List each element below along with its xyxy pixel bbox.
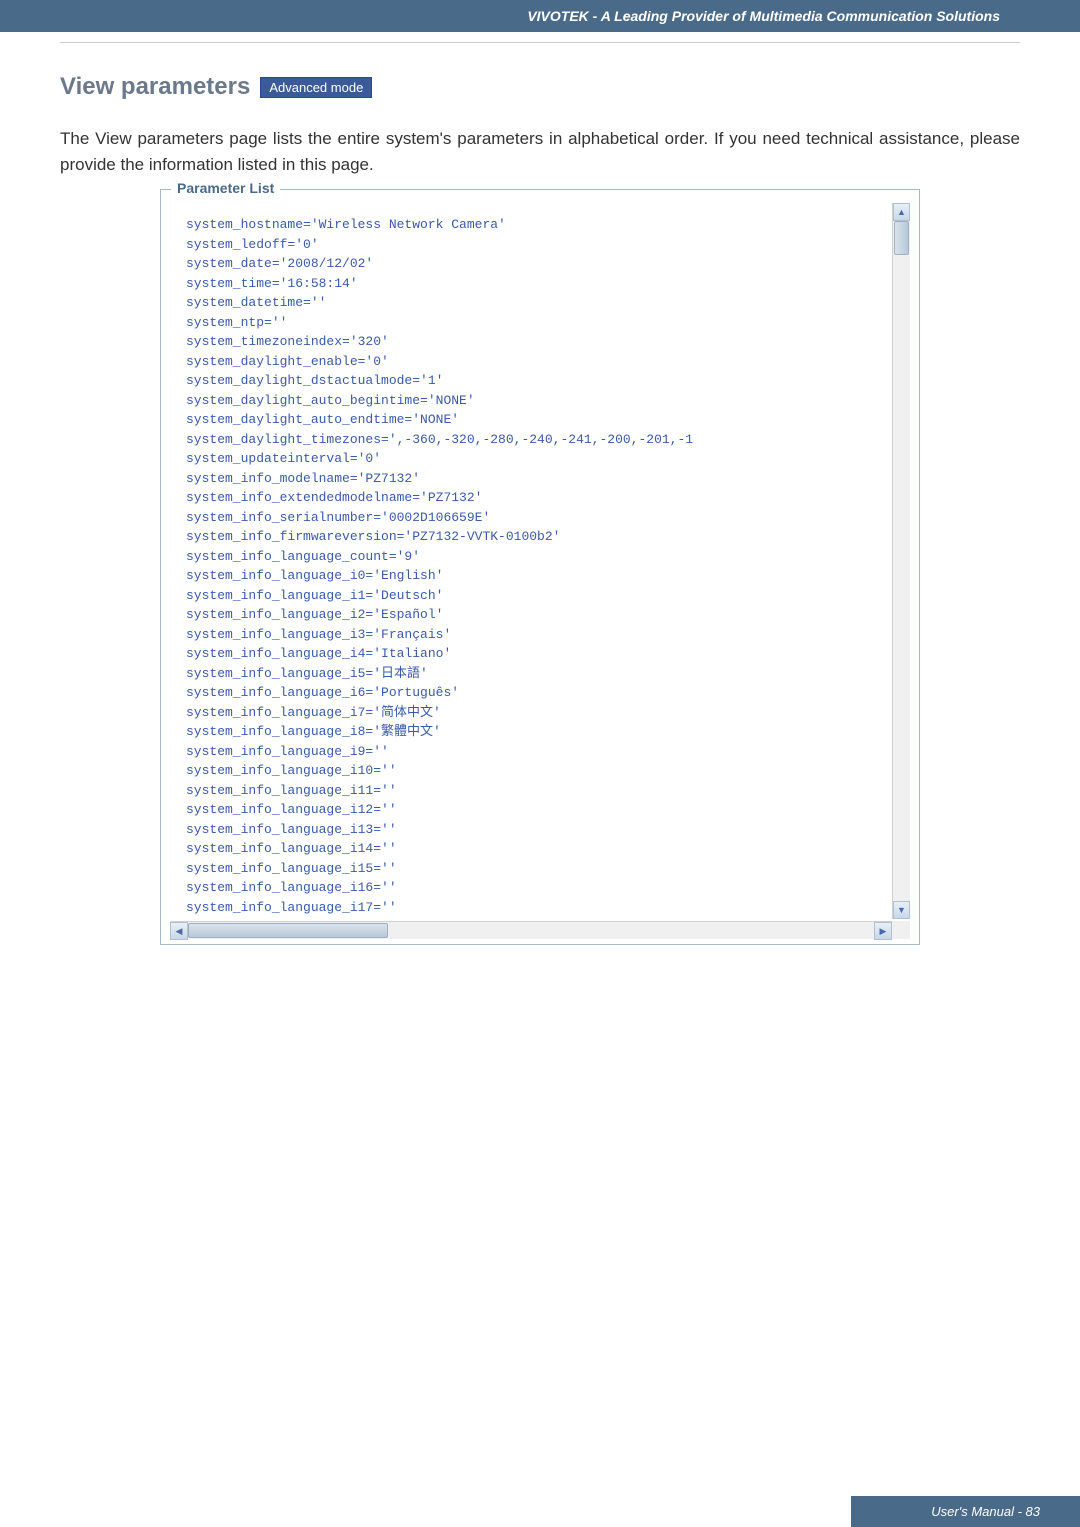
page-content: View parameters Advanced mode The View p…: [0, 43, 1080, 945]
horizontal-scroll-thumb[interactable]: [188, 923, 388, 938]
scroll-down-icon[interactable]: ▼: [893, 901, 910, 919]
section-title-row: View parameters Advanced mode: [60, 73, 1020, 101]
page-footer: User's Manual - 83: [851, 1496, 1080, 1527]
scroll-left-icon[interactable]: ◀: [170, 922, 188, 940]
parameter-list-text: system_hostname='Wireless Network Camera…: [170, 203, 910, 921]
parameter-box: system_hostname='Wireless Network Camera…: [169, 202, 911, 940]
description-text: The View parameters page lists the entir…: [60, 126, 1020, 177]
parameter-fieldset: Parameter List system_hostname='Wireless…: [160, 189, 920, 945]
header-bar: VIVOTEK - A Leading Provider of Multimed…: [0, 0, 1080, 32]
vertical-scrollbar[interactable]: ▲ ▼: [892, 203, 910, 919]
scroll-up-icon[interactable]: ▲: [893, 203, 910, 221]
footer-text: User's Manual - 83: [931, 1504, 1040, 1519]
scroll-corner: [892, 921, 910, 939]
scroll-right-icon[interactable]: ▶: [874, 922, 892, 940]
horizontal-scroll-track[interactable]: [188, 922, 874, 939]
horizontal-scrollbar[interactable]: ◀ ▶: [170, 921, 910, 939]
advanced-mode-badge: Advanced mode: [260, 77, 372, 98]
parameter-legend: Parameter List: [171, 180, 280, 196]
section-title: View parameters: [60, 73, 250, 101]
header-title: VIVOTEK - A Leading Provider of Multimed…: [527, 8, 1000, 24]
vertical-scroll-thumb[interactable]: [894, 221, 909, 255]
parameter-panel-container: Parameter List system_hostname='Wireless…: [160, 189, 920, 945]
